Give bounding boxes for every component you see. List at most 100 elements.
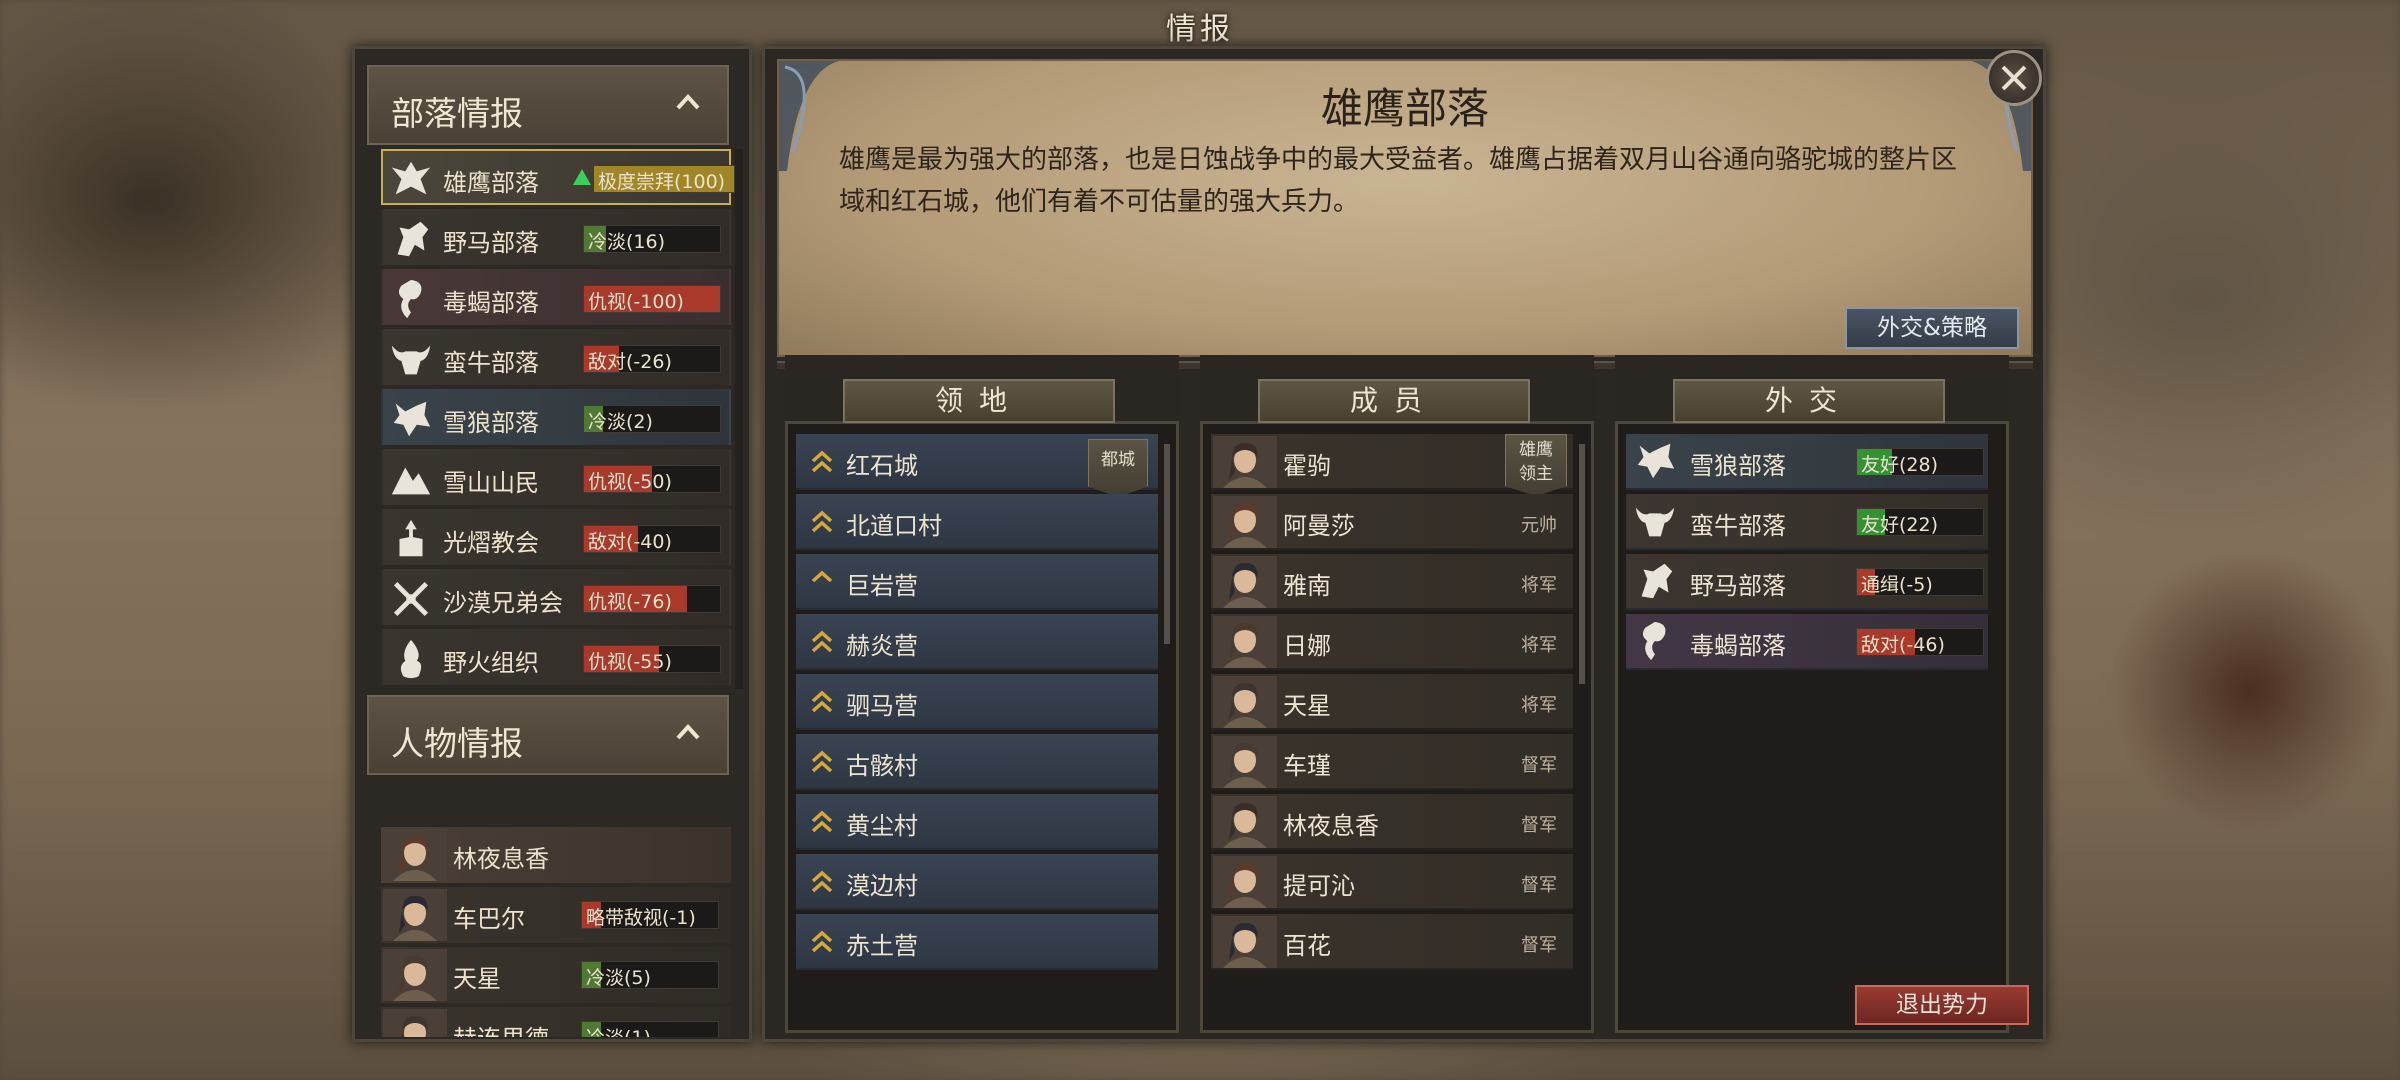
- bull-emblem: [1632, 498, 1678, 548]
- member-item[interactable]: 林夜息香 督军: [1211, 794, 1573, 850]
- tribe-row[interactable]: 雪狼部落 冷淡(2): [381, 389, 731, 445]
- relation-text: 冷淡(2): [588, 411, 653, 433]
- member-item[interactable]: 日娜 将军: [1211, 614, 1573, 670]
- territory-name: 驷马营: [846, 692, 918, 720]
- members-scrollbar[interactable]: [1579, 444, 1585, 684]
- relation-text: 敌对(-46): [1861, 634, 1945, 656]
- diplomacy-tribe-name: 毒蝎部落: [1690, 632, 1786, 660]
- member-name: 雅南: [1283, 572, 1331, 600]
- member-portrait: [1213, 496, 1277, 548]
- character-portrait: [383, 949, 447, 1001]
- diplomacy-item[interactable]: 野马部落 通缉(-5): [1626, 554, 1988, 610]
- tribe-intel-label: 部落情报: [391, 94, 523, 133]
- member-name: 日娜: [1283, 632, 1331, 660]
- tribe-name: 雄鹰部落: [443, 169, 539, 197]
- tribe-row[interactable]: 光熠教会 敌对(-40): [381, 509, 731, 565]
- territory-item[interactable]: 驷马营: [796, 674, 1158, 730]
- member-role: 督军: [1521, 815, 1557, 836]
- close-button[interactable]: [1986, 50, 2042, 106]
- member-item[interactable]: 阿曼莎 元帅: [1211, 494, 1573, 550]
- character-row[interactable]: 天星 冷淡(5): [381, 947, 731, 1003]
- relation-meter: 通缉(-5): [1856, 568, 1984, 596]
- member-role: 雄鹰 领主: [1505, 434, 1567, 496]
- territory-header: 领地: [843, 379, 1115, 423]
- tribe-row[interactable]: 雄鹰部落 极度崇拜(100): [381, 149, 735, 205]
- territory-scrollbar[interactable]: [1164, 444, 1170, 644]
- swords-emblem: [387, 575, 435, 623]
- faction-title: 雄鹰部落: [1320, 84, 1489, 133]
- territory-item[interactable]: 古骸村: [796, 734, 1158, 790]
- eagle-emblem: [387, 155, 435, 203]
- tribe-list-scrollbar[interactable]: [735, 149, 743, 689]
- member-item[interactable]: 霍驹 雄鹰 领主: [1211, 434, 1573, 496]
- territory-name: 北道口村: [846, 512, 942, 540]
- tribe-row[interactable]: 毒蝎部落 仇视(-100): [381, 269, 731, 325]
- member-role: 元帅: [1521, 515, 1557, 536]
- members-column: 霍驹 雄鹰 领主 阿曼莎 元帅 雅南 将军 日娜 将军 天星 将军 车瑾 督军 …: [1200, 355, 1594, 1033]
- diplomacy-item[interactable]: 毒蝎部落 敌对(-46): [1626, 614, 1988, 670]
- tribe-row[interactable]: 野火组织 仇视(-55): [381, 629, 731, 685]
- territory-item[interactable]: 黄尘村: [796, 794, 1158, 850]
- member-role: 将军: [1521, 635, 1557, 656]
- relation-meter: 冷淡(16): [583, 225, 721, 253]
- relation-meter: 友好(22): [1856, 508, 1984, 536]
- diplomacy-strategy-button[interactable]: 外交&策略: [1845, 307, 2019, 349]
- diplomacy-column: 雪狼部落 友好(28) 蛮牛部落 友好(22) 野马部落 通缉(-5) 毒蝎部落…: [1615, 355, 2009, 1033]
- relation-text: 略带敌视(-1): [586, 907, 696, 929]
- territory-item[interactable]: 漠边村: [796, 854, 1158, 910]
- member-role: 督军: [1521, 755, 1557, 776]
- quit-faction-button[interactable]: 退出势力: [1855, 985, 2029, 1025]
- tribe-name: 雪山山民: [443, 469, 539, 497]
- territory-item[interactable]: 北道口村: [796, 494, 1158, 550]
- relation-text: 敌对(-26): [588, 351, 672, 373]
- territory-name: 赤土营: [846, 932, 918, 960]
- territory-item[interactable]: 赤土营: [796, 914, 1158, 970]
- territory-name: 漠边村: [846, 872, 918, 900]
- diplomacy-item[interactable]: 雪狼部落 友好(28): [1626, 434, 1988, 490]
- arrow-up-icon: [573, 169, 591, 185]
- member-item[interactable]: 车瑾 督军: [1211, 734, 1573, 790]
- tribe-row[interactable]: 野马部落 冷淡(16): [381, 209, 731, 265]
- territory-name: 黄尘村: [846, 812, 918, 840]
- horse-emblem: [1632, 558, 1678, 608]
- tribe-row[interactable]: 蛮牛部落 敌对(-26): [381, 329, 731, 385]
- relation-text: 冷淡(5): [586, 967, 651, 989]
- character-row[interactable]: 林夜息香: [381, 827, 731, 883]
- bull-emblem: [387, 335, 435, 383]
- tribe-name: 光熠教会: [443, 529, 539, 557]
- territory-item[interactable]: 巨岩营: [796, 554, 1158, 610]
- tribe-row[interactable]: 雪山山民 仇视(-50): [381, 449, 731, 505]
- members-header: 成员: [1258, 379, 1530, 423]
- diplomacy-tribe-name: 蛮牛部落: [1690, 512, 1786, 540]
- flame-emblem: [387, 635, 435, 683]
- character-intel-header[interactable]: 人物情报: [367, 695, 729, 775]
- diplomacy-list: 雪狼部落 友好(28) 蛮牛部落 友好(22) 野马部落 通缉(-5) 毒蝎部落…: [1615, 421, 2009, 1033]
- tribe-row[interactable]: 沙漠兄弟会 仇视(-76): [381, 569, 731, 625]
- character-row[interactable]: 车巴尔 略带敌视(-1): [381, 887, 731, 943]
- wolf-emblem: [387, 395, 435, 443]
- tribe-intel-header[interactable]: 部落情报: [367, 65, 729, 145]
- territory-name: 红石城: [846, 452, 918, 480]
- member-item[interactable]: 天星 将军: [1211, 674, 1573, 730]
- character-row[interactable]: 赫连里德 冷淡(1): [381, 1007, 731, 1037]
- member-name: 阿曼莎: [1283, 512, 1355, 540]
- relation-meter: 仇视(-55): [583, 645, 721, 673]
- character-name: 天星: [453, 965, 501, 993]
- territory-item[interactable]: 赫炎营: [796, 614, 1158, 670]
- tribe-name: 沙漠兄弟会: [443, 589, 563, 617]
- member-item[interactable]: 百花 督军: [1211, 914, 1573, 970]
- chevron-up-icon: [676, 94, 700, 110]
- territory-item[interactable]: 红石城 都城: [796, 434, 1158, 497]
- member-name: 车瑾: [1283, 752, 1331, 780]
- diplomacy-item[interactable]: 蛮牛部落 友好(22): [1626, 494, 1988, 550]
- relation-text: 友好(22): [1861, 514, 1939, 536]
- tribe-name: 野火组织: [443, 649, 539, 677]
- member-item[interactable]: 雅南 将军: [1211, 554, 1573, 610]
- relation-text: 冷淡(16): [588, 231, 666, 253]
- relation-meter: 敌对(-26): [583, 345, 721, 373]
- horse-emblem: [387, 215, 435, 263]
- member-item[interactable]: 提可沁 督军: [1211, 854, 1573, 910]
- character-list: 林夜息香 车巴尔 略带敌视(-1) 天星 冷淡(5) 赫连里德 冷淡(1): [381, 827, 731, 1037]
- chevron-up-icon: [676, 724, 700, 740]
- member-portrait: [1213, 676, 1277, 728]
